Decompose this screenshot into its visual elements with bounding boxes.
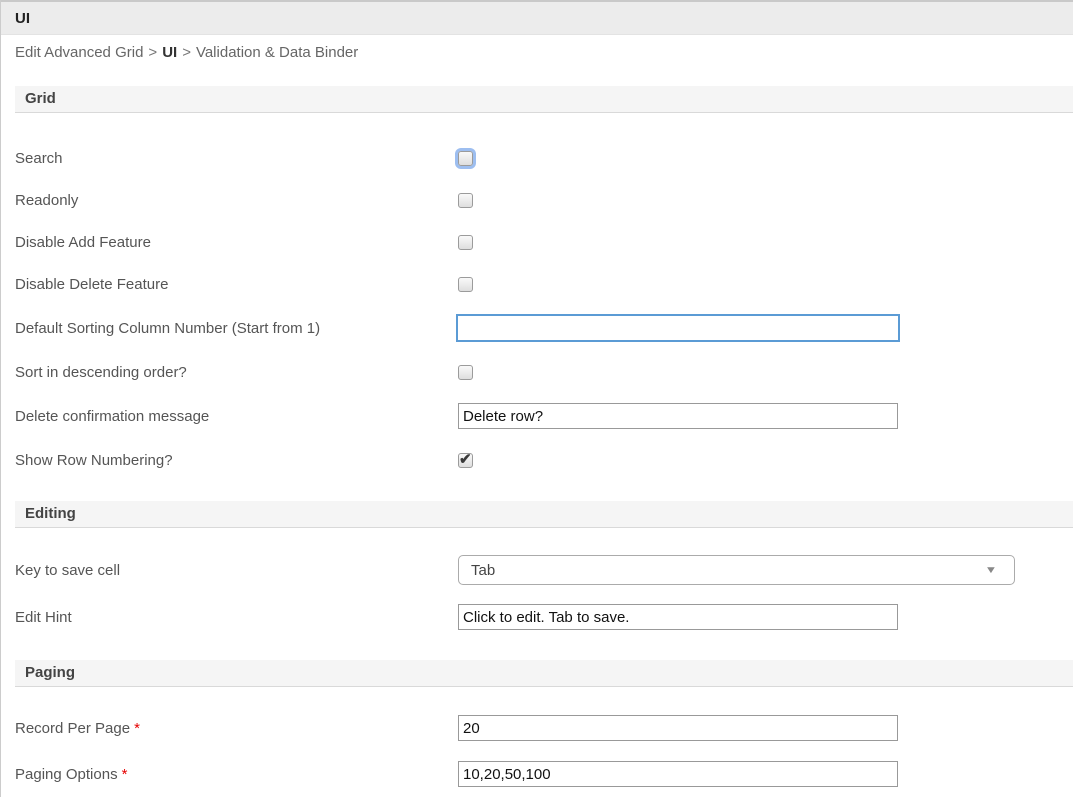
- record-per-page-input[interactable]: [458, 715, 898, 741]
- form-row-search: Search ✔: [15, 137, 1073, 179]
- show-row-numbering-checkbox[interactable]: ✔: [458, 453, 473, 468]
- key-to-save-selected-value: Tab: [471, 562, 495, 579]
- default-sorting-input[interactable]: [456, 314, 900, 342]
- paging-section-rows: Record Per Page* Paging Options*: [1, 687, 1073, 805]
- breadcrumb-separator: >: [148, 44, 157, 61]
- breadcrumb-separator: >: [182, 44, 191, 61]
- edit-hint-label: Edit Hint: [15, 609, 458, 626]
- chevron-down-icon: ▼: [985, 565, 998, 576]
- form-row-disable-delete: Disable Delete Feature ✔: [15, 263, 1073, 305]
- disable-add-checkbox[interactable]: ✔: [458, 235, 473, 250]
- form-row-record-per-page: Record Per Page*: [15, 705, 1073, 751]
- show-row-numbering-label: Show Row Numbering?: [15, 452, 458, 469]
- page-title: UI: [1, 0, 1073, 35]
- breadcrumb-item-edit-advanced-grid[interactable]: Edit Advanced Grid: [15, 44, 143, 61]
- search-checkbox[interactable]: ✔: [458, 151, 473, 166]
- checkmark-icon: ✔: [459, 450, 472, 468]
- breadcrumb-item-validation-data-binder[interactable]: Validation & Data Binder: [196, 44, 358, 61]
- delete-confirm-input[interactable]: [458, 403, 898, 429]
- required-asterisk: *: [122, 766, 128, 783]
- section-header-editing: Editing: [15, 501, 1073, 528]
- default-sorting-label: Default Sorting Column Number (Start fro…: [15, 320, 458, 337]
- form-row-delete-confirm: Delete confirmation message: [15, 393, 1073, 439]
- form-row-disable-add: Disable Add Feature ✔: [15, 221, 1073, 263]
- disable-add-label: Disable Add Feature: [15, 234, 458, 251]
- form-row-paging-options: Paging Options*: [15, 751, 1073, 797]
- breadcrumb: Edit Advanced Grid > UI > Validation & Data …: [1, 35, 1073, 62]
- sort-desc-checkbox[interactable]: ✔: [458, 365, 473, 380]
- breadcrumb-item-ui[interactable]: UI: [162, 44, 177, 61]
- editing-section-rows: Key to save cell Tab ▼ Edit Hint: [1, 528, 1073, 648]
- form-row-readonly: Readonly ✔: [15, 179, 1073, 221]
- key-to-save-label: Key to save cell: [15, 562, 458, 579]
- section-header-grid: Grid: [15, 86, 1073, 113]
- settings-page: UI Edit Advanced Grid > UI > Validation & Da…: [0, 0, 1073, 797]
- record-per-page-label: Record Per Page*: [15, 720, 458, 737]
- disable-delete-checkbox[interactable]: ✔: [458, 277, 473, 292]
- record-per-page-label-text: Record Per Page: [15, 720, 130, 737]
- form-row-default-sorting: Default Sorting Column Number (Start fro…: [15, 305, 1073, 351]
- disable-delete-label: Disable Delete Feature: [15, 276, 458, 293]
- paging-options-label: Paging Options*: [15, 766, 458, 783]
- edit-hint-input[interactable]: [458, 604, 898, 630]
- sort-desc-label: Sort in descending order?: [15, 364, 458, 381]
- search-label: Search: [15, 150, 458, 167]
- readonly-checkbox[interactable]: ✔: [458, 193, 473, 208]
- delete-confirm-label: Delete confirmation message: [15, 408, 458, 425]
- form-row-key-to-save: Key to save cell Tab ▼: [15, 546, 1073, 594]
- required-asterisk: *: [134, 720, 140, 737]
- form-row-edit-hint: Edit Hint: [15, 594, 1073, 640]
- grid-section-rows: Search ✔ Readonly ✔ Disable Add Feature …: [1, 113, 1073, 489]
- form-row-show-row-numbering: Show Row Numbering? ✔: [15, 439, 1073, 481]
- form-row-sort-desc: Sort in descending order? ✔: [15, 351, 1073, 393]
- key-to-save-select[interactable]: Tab ▼: [458, 555, 1015, 585]
- readonly-label: Readonly: [15, 192, 458, 209]
- paging-options-input[interactable]: [458, 761, 898, 787]
- paging-options-label-text: Paging Options: [15, 766, 118, 783]
- section-header-paging: Paging: [15, 660, 1073, 687]
